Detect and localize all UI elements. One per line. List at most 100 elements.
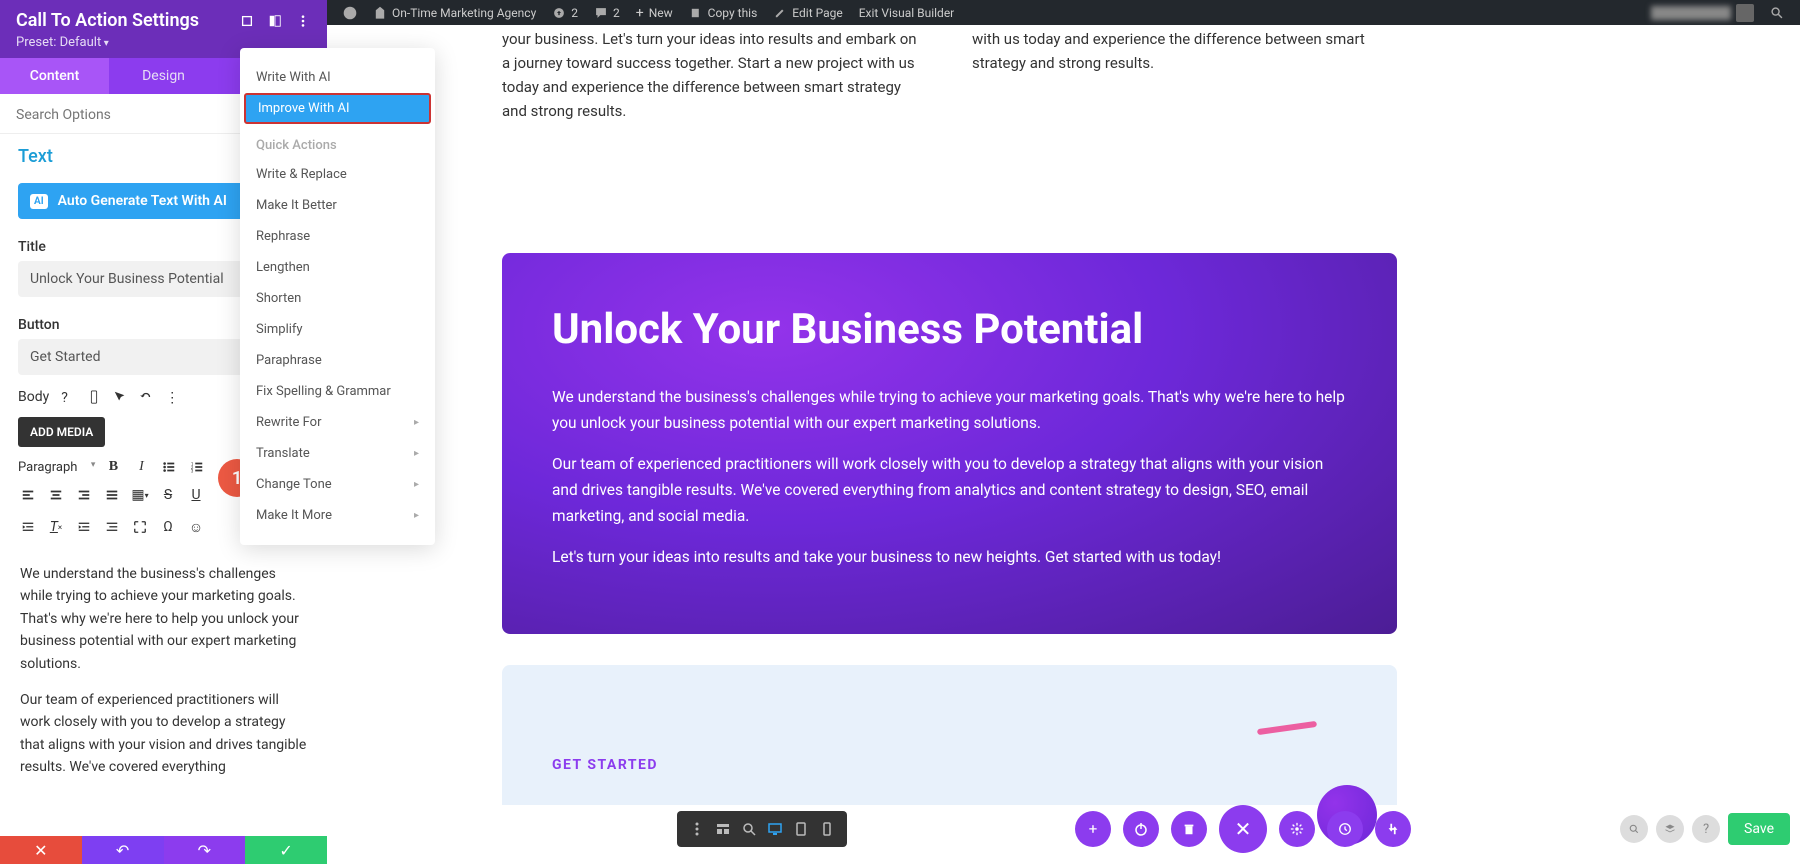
indent-button[interactable]	[74, 517, 94, 537]
cta-title: Unlock Your Business Potential	[552, 305, 1347, 354]
tablet-icon[interactable]	[791, 819, 811, 839]
outdent-button[interactable]	[18, 517, 38, 537]
exit-visual-builder[interactable]: Exit Visual Builder	[851, 0, 963, 25]
ai-translate[interactable]: Translate▸	[240, 438, 435, 469]
tab-design[interactable]: Design	[109, 58, 218, 94]
ai-rewrite-for[interactable]: Rewrite For▸	[240, 407, 435, 438]
strike-button[interactable]: S	[158, 485, 178, 505]
ai-lengthen[interactable]: Lengthen	[240, 252, 435, 283]
get-started-label: GET STARTED	[552, 757, 658, 773]
emoji-button[interactable]: ☺	[186, 517, 206, 537]
align-center-button[interactable]	[46, 485, 66, 505]
table-button[interactable]: ▦▾	[130, 485, 150, 505]
ai-make-better[interactable]: Make It Better	[240, 190, 435, 221]
ai-badge-icon: AI	[30, 194, 48, 209]
ai-shorten[interactable]: Shorten	[240, 283, 435, 314]
clear-format-button[interactable]: T×	[46, 517, 66, 537]
cta-module[interactable]: Unlock Your Business Potential We unders…	[502, 253, 1397, 634]
undo-footer-button[interactable]: ↶	[82, 836, 164, 864]
ai-improve-with-ai[interactable]: Improve With AI	[244, 93, 431, 124]
view-controls	[677, 811, 847, 847]
ai-rephrase[interactable]: Rephrase	[240, 221, 435, 252]
body-paragraph-2: Our team of experienced practitioners wi…	[20, 689, 307, 779]
ai-make-it-more[interactable]: Make It More▸	[240, 500, 435, 531]
wireframe-icon[interactable]	[713, 819, 733, 839]
body-paragraph-1: We understand the business's challenges …	[20, 563, 307, 675]
help-icon[interactable]: ?	[61, 390, 75, 404]
get-started-section[interactable]: GET STARTED	[502, 665, 1397, 805]
avatar	[1736, 4, 1754, 22]
cta-p1: We understand the business's challenges …	[552, 384, 1347, 437]
mobile-icon[interactable]	[817, 819, 837, 839]
add-media-button[interactable]: ADD MEDIA	[18, 417, 105, 447]
desktop-icon[interactable]	[765, 819, 785, 839]
svg-text:3: 3	[191, 469, 194, 474]
canvas: your business. Let's turn your ideas int…	[327, 25, 1800, 864]
help-bottom-icon[interactable]: ?	[1692, 815, 1720, 843]
search-bottom-icon[interactable]	[1620, 815, 1648, 843]
updates-item[interactable]: 2	[544, 0, 586, 25]
ai-simplify[interactable]: Simplify	[240, 314, 435, 345]
ai-paraphrase[interactable]: Paraphrase	[240, 345, 435, 376]
builder-bottom-bar: + ✕ ? Save	[677, 806, 1790, 852]
apply-button[interactable]: ✓	[245, 836, 327, 864]
wp-logo[interactable]	[335, 0, 365, 25]
more-bar-icon[interactable]	[687, 819, 707, 839]
squiggle-decoration	[1257, 725, 1317, 745]
close-builder-button[interactable]: ✕	[1219, 805, 1267, 853]
omega-button[interactable]: Ω	[158, 517, 178, 537]
italic-button[interactable]: I	[131, 457, 151, 477]
user-account[interactable]	[1643, 0, 1762, 25]
more-icon[interactable]	[295, 13, 311, 29]
trash-button[interactable]	[1171, 811, 1207, 847]
tab-content[interactable]: Content	[0, 58, 109, 94]
site-name-item[interactable]: On-Time Marketing Agency	[365, 0, 544, 25]
top-text-right: with us today and experience the differe…	[972, 27, 1402, 75]
ai-write-replace[interactable]: Write & Replace	[240, 159, 435, 190]
top-text-left: your business. Let's turn your ideas int…	[502, 27, 927, 123]
more-vertical-icon[interactable]: ⋮	[165, 390, 179, 404]
comments-item[interactable]: 2	[586, 0, 628, 25]
fullscreen-button[interactable]	[130, 517, 150, 537]
align-right-button[interactable]	[74, 485, 94, 505]
power-button[interactable]	[1123, 811, 1159, 847]
paragraph-select[interactable]: Paragraph	[18, 460, 95, 475]
ai-write-with-ai[interactable]: Write With AI	[240, 62, 435, 93]
underline-button[interactable]: U	[186, 485, 206, 505]
phone-icon[interactable]	[87, 390, 101, 404]
save-button[interactable]: Save	[1728, 813, 1790, 845]
copy-this[interactable]: Copy this	[681, 0, 766, 25]
indent2-button[interactable]	[102, 517, 122, 537]
ol-button[interactable]: 123	[187, 457, 207, 477]
sidebar-footer: ✕ ↶ ↷ ✓	[0, 836, 327, 864]
history-button[interactable]	[1327, 811, 1363, 847]
ul-button[interactable]	[159, 457, 179, 477]
ai-dropdown-menu: Write With AI Improve With AI Quick Acti…	[240, 48, 435, 545]
cta-p3: Let's turn your ideas into results and t…	[552, 544, 1347, 570]
edit-page[interactable]: Edit Page	[765, 0, 850, 25]
auto-generate-label: Auto Generate Text With AI	[58, 193, 227, 209]
redo-footer-button[interactable]: ↷	[164, 836, 246, 864]
editor-body[interactable]: We understand the business's challenges …	[0, 547, 327, 864]
search-icon[interactable]	[1762, 0, 1792, 25]
wp-admin-bar: On-Time Marketing Agency 2 2 +New Copy t…	[327, 0, 1800, 25]
sidebar-title: Call To Action Settings	[16, 10, 199, 31]
cta-p2: Our team of experienced practitioners wi…	[552, 451, 1347, 530]
ai-change-tone[interactable]: Change Tone▸	[240, 469, 435, 500]
settings-button[interactable]	[1279, 811, 1315, 847]
add-button[interactable]: +	[1075, 811, 1111, 847]
align-justify-button[interactable]	[102, 485, 122, 505]
expand-icon[interactable]	[239, 13, 255, 29]
align-left-button[interactable]	[18, 485, 38, 505]
discard-button[interactable]: ✕	[0, 836, 82, 864]
snap-icon[interactable]	[267, 13, 283, 29]
new-item[interactable]: +New	[628, 0, 681, 25]
hover-icon[interactable]	[113, 390, 127, 404]
portability-button[interactable]	[1375, 811, 1411, 847]
body-label: Body	[18, 389, 49, 405]
zoom-icon[interactable]	[739, 819, 759, 839]
undo-icon[interactable]	[139, 390, 153, 404]
layers-bottom-icon[interactable]	[1656, 815, 1684, 843]
ai-fix-spelling[interactable]: Fix Spelling & Grammar	[240, 376, 435, 407]
bold-button[interactable]: B	[103, 457, 123, 477]
